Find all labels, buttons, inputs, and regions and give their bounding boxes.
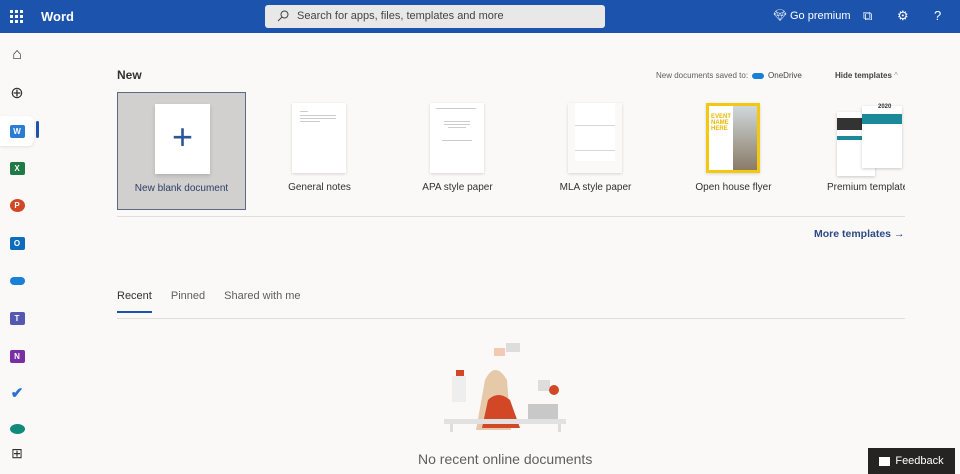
template-thumbnail: EVENT NAME HERE xyxy=(706,103,760,173)
template-new-blank-document[interactable]: + New blank document xyxy=(117,92,246,210)
template-label: APA style paper xyxy=(422,182,493,193)
search-icon xyxy=(277,10,289,22)
excel-app-icon[interactable]: X xyxy=(6,157,28,179)
template-general-notes[interactable]: General notes xyxy=(255,92,384,210)
arrow-right-icon: → xyxy=(893,228,905,240)
premium-year: 2020 xyxy=(878,104,892,110)
template-label: Premium templates xyxy=(827,182,905,193)
template-label: New blank document xyxy=(134,183,229,194)
template-premium-templates[interactable]: 2020 Premium templates xyxy=(806,92,905,210)
empty-state-illustration xyxy=(444,343,566,432)
saved-to-location[interactable]: OneDrive xyxy=(768,71,802,80)
more-templates-link[interactable]: More templates → xyxy=(814,228,904,240)
new-section-title: New xyxy=(117,68,142,82)
save-location: New documents saved to: OneDrive xyxy=(656,71,802,80)
todo-app-icon[interactable]: ✔ xyxy=(6,382,28,404)
search-input[interactable]: Search for apps, files, templates and mo… xyxy=(265,5,605,28)
hide-templates-label: Hide templates xyxy=(835,71,892,80)
flyer-headline: EVENT NAME HERE xyxy=(711,114,732,132)
search-placeholder: Search for apps, files, templates and mo… xyxy=(297,10,504,22)
settings-gear-icon[interactable]: ⚙ xyxy=(897,8,909,24)
create-new-icon[interactable]: ⊕ xyxy=(6,82,28,104)
diamond-icon: 💎︎ xyxy=(773,10,787,22)
onedrive-app-icon[interactable] xyxy=(6,270,28,292)
template-mla-style-paper[interactable]: MLA style paper xyxy=(531,92,660,210)
chevron-up-icon: ^ xyxy=(894,71,898,80)
feedback-label: Feedback xyxy=(895,455,944,467)
template-thumbnail-back xyxy=(862,106,902,168)
tab-recent[interactable]: Recent xyxy=(117,290,152,313)
document-tabs: Recent Pinned Shared with me xyxy=(117,290,301,313)
app-launcher-icon[interactable] xyxy=(10,10,23,23)
outlook-app-icon[interactable]: O xyxy=(6,232,28,254)
chat-bubble-icon xyxy=(879,456,891,466)
top-bar: Word Search for apps, files, templates a… xyxy=(0,0,960,33)
feedback-button[interactable]: Feedback xyxy=(868,448,955,474)
hide-templates-button[interactable]: Hide templates ^ xyxy=(835,71,898,80)
divider xyxy=(117,318,905,319)
template-thumbnail xyxy=(568,103,622,173)
help-button[interactable]: ? xyxy=(934,8,941,23)
plus-icon: + xyxy=(155,104,210,174)
selected-indicator xyxy=(36,121,39,138)
onenote-app-icon[interactable]: N xyxy=(6,345,28,367)
empty-state-message: No recent online documents xyxy=(418,451,593,467)
template-thumbnail xyxy=(430,103,484,173)
go-premium-button[interactable]: 💎︎ Go premium xyxy=(773,9,851,23)
app-name[interactable]: Word xyxy=(41,9,74,24)
more-templates-label: More templates xyxy=(814,228,892,240)
tab-shared-with-me[interactable]: Shared with me xyxy=(224,290,300,313)
meet-now-icon[interactable]: ⧉ xyxy=(863,8,872,24)
premium-label: Go premium xyxy=(789,9,851,22)
powerpoint-app-icon[interactable]: P xyxy=(6,194,28,216)
all-apps-icon[interactable]: ⊞ xyxy=(6,442,28,464)
home-icon[interactable]: ⌂ xyxy=(6,44,28,66)
tab-pinned[interactable]: Pinned xyxy=(171,290,205,313)
onedrive-cloud-icon xyxy=(752,72,765,79)
teams-app-icon[interactable]: T xyxy=(6,307,28,329)
divider xyxy=(117,216,905,217)
word-app-icon[interactable]: W xyxy=(6,120,28,142)
saved-to-label: New documents saved to: xyxy=(656,71,749,80)
template-thumbnail xyxy=(292,103,346,173)
template-apa-style-paper[interactable]: APA style paper xyxy=(393,92,522,210)
template-open-house-flyer[interactable]: EVENT NAME HERE Open house flyer xyxy=(669,92,798,210)
template-label: MLA style paper xyxy=(559,182,632,193)
template-label: Open house flyer xyxy=(695,182,772,193)
family-safety-app-icon[interactable] xyxy=(6,418,28,440)
template-label: General notes xyxy=(288,182,351,193)
